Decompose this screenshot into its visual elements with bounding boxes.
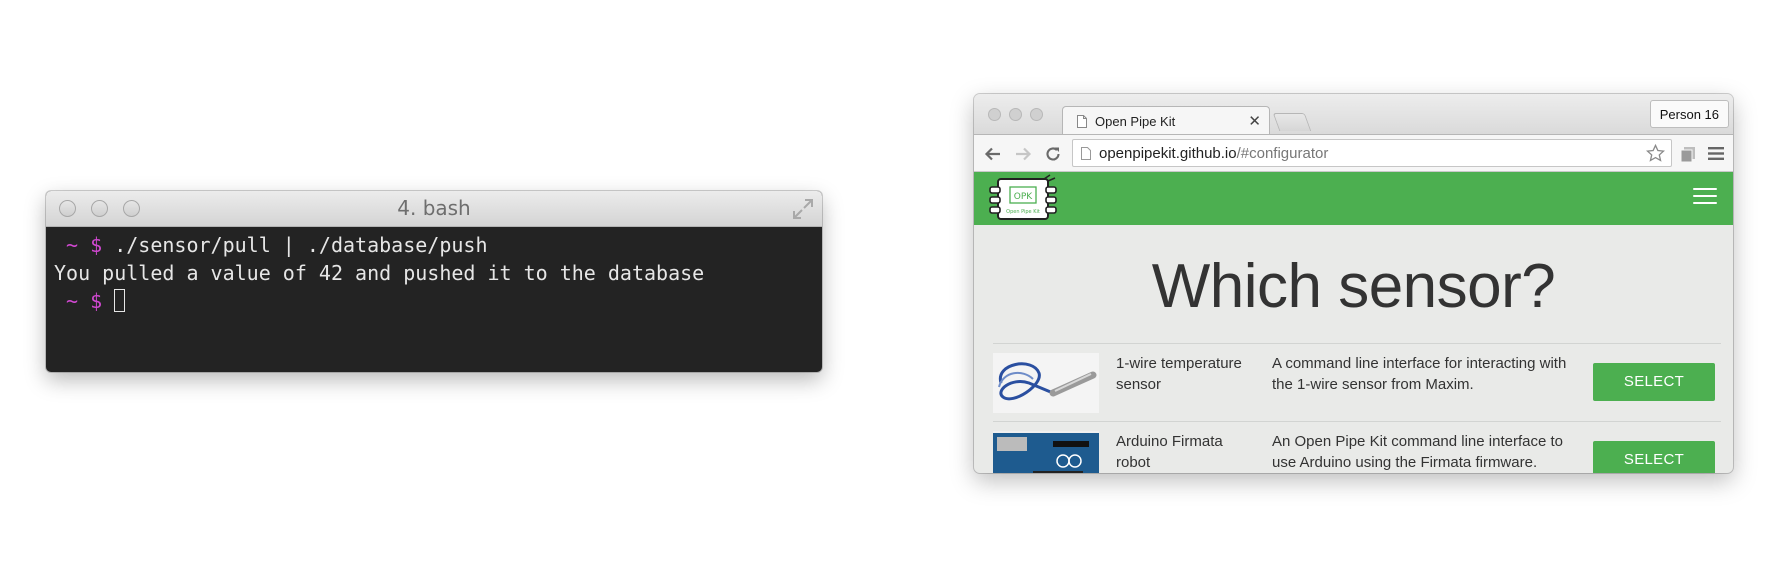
page-title: Which sensor? (1151, 252, 1556, 321)
temperature-sensor-image (993, 353, 1099, 413)
minimize-window-button[interactable] (1009, 108, 1022, 121)
sensor-name: 1-wire temperature sensor (1116, 355, 1242, 393)
address-bar[interactable]: openpipekit.github.io/#configurator (1072, 139, 1672, 167)
select-sensor-button[interactable]: SELECT (1593, 363, 1715, 401)
open-pipe-kit-logo[interactable]: OPK Open Pipe Kit (988, 173, 1060, 223)
close-window-button[interactable] (988, 108, 1001, 121)
command-text: ./sensor/pull | ./database/push (114, 233, 488, 257)
browser-toolbar: openpipekit.github.io/#configurator (974, 134, 1733, 172)
zoom-window-button[interactable] (1030, 108, 1043, 121)
new-tab-button[interactable] (1272, 113, 1312, 131)
bookmark-star-icon[interactable] (1646, 144, 1665, 163)
terminal-line: ~ $ ./sensor/pull | ./database/push (54, 231, 822, 259)
url-host: openpipekit.github.io (1099, 145, 1237, 162)
terminal-titlebar[interactable]: 4. bash (46, 191, 822, 227)
extensions-icon[interactable] (1679, 145, 1697, 163)
output-text: You pulled a value of 42 and pushed it t… (54, 261, 705, 285)
shell-prompt: ~ $ (54, 233, 115, 257)
forward-arrow-icon[interactable] (1014, 145, 1032, 163)
reload-icon[interactable] (1044, 145, 1062, 163)
window-controls (988, 108, 1043, 121)
tab-title: Open Pipe Kit (1095, 114, 1176, 129)
terminal-window: 4. bash ~ $ ./sensor/pull | ./database/p… (46, 191, 822, 372)
sensor-description: A command line interface for interacting… (1272, 355, 1567, 393)
terminal-title: 4. bash (397, 196, 471, 220)
page-icon (1081, 147, 1091, 160)
arduino-board-image (993, 431, 1099, 473)
shell-prompt: ~ $ (54, 289, 115, 313)
configurator-page: Which sensor? 1-wire temperature sensor … (974, 225, 1733, 473)
site-navbar: OPK Open Pipe Kit (974, 172, 1733, 225)
tab-open-pipe-kit[interactable]: Open Pipe Kit ✕ (1062, 106, 1270, 135)
list-item: 1-wire temperature sensor A command line… (993, 343, 1721, 421)
tab-strip: Open Pipe Kit ✕ Person 16 (974, 94, 1733, 135)
sensor-list: 1-wire temperature sensor A command line… (993, 343, 1721, 473)
terminal-line: You pulled a value of 42 and pushed it t… (54, 259, 822, 287)
site-menu-icon[interactable] (1693, 188, 1717, 208)
terminal-line: ~ $ (54, 287, 822, 315)
select-sensor-button[interactable]: SELECT (1593, 441, 1715, 473)
back-arrow-icon[interactable] (984, 145, 1002, 163)
terminal-output[interactable]: ~ $ ./sensor/pull | ./database/push You … (46, 227, 822, 315)
list-item: Arduino Firmata robot An Open Pipe Kit c… (993, 421, 1721, 473)
sensor-name: Arduino Firmata robot (1116, 433, 1223, 471)
text-cursor (114, 289, 126, 312)
page-icon (1077, 115, 1087, 128)
url-text: openpipekit.github.io/#configurator (1099, 145, 1328, 162)
logo-caption: Open Pipe Kit (1006, 209, 1040, 215)
profile-button[interactable]: Person 16 (1649, 100, 1729, 128)
browser-window: Open Pipe Kit ✕ Person 16 openpipekit.gi… (974, 94, 1733, 473)
sensor-description: An Open Pipe Kit command line interface … (1272, 433, 1563, 471)
url-path: /#configurator (1236, 145, 1329, 162)
fullscreen-icon[interactable] (791, 197, 815, 221)
logo-text: OPK (1014, 192, 1034, 202)
browser-menu-icon[interactable] (1708, 146, 1724, 161)
close-tab-icon[interactable]: ✕ (1248, 112, 1261, 130)
